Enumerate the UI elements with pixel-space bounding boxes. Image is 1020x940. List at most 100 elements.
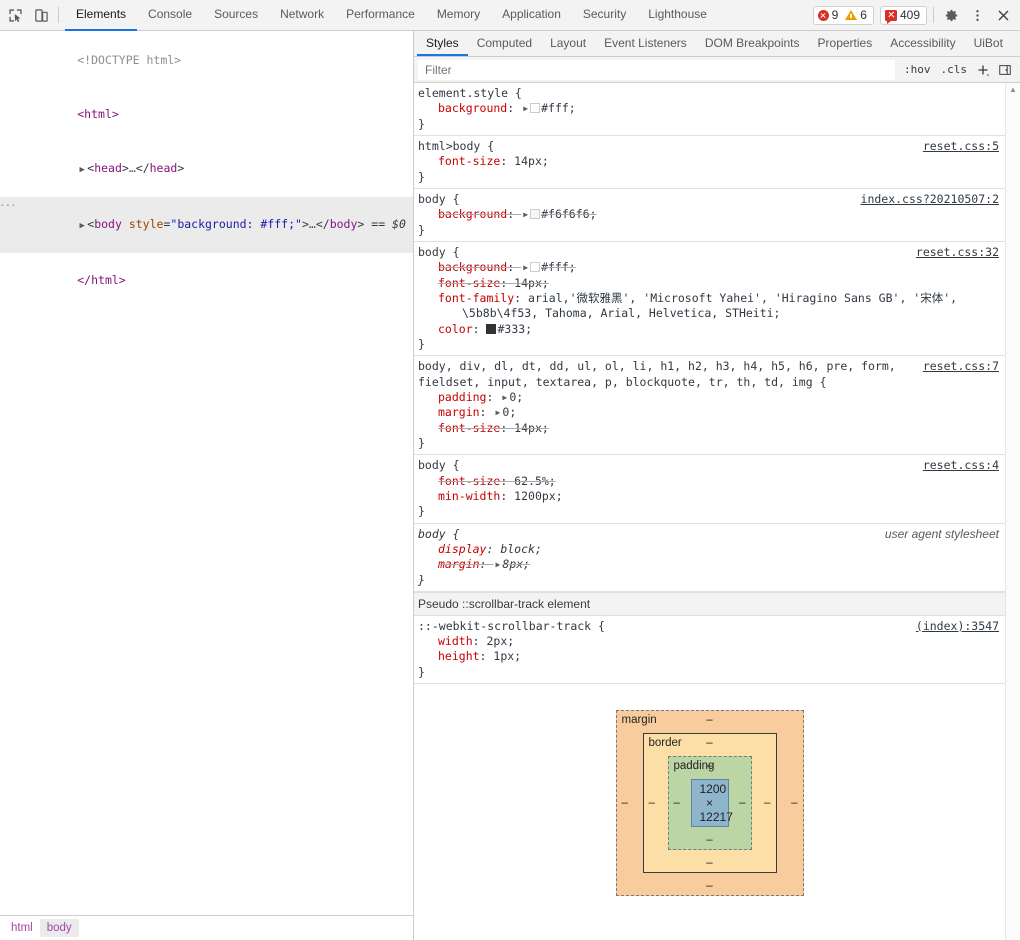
css-declaration[interactable]: width: 2px; xyxy=(418,634,999,649)
gear-icon[interactable] xyxy=(938,3,964,27)
box-model-border[interactable]: border – – – – padding – – – – 1200 × 12… xyxy=(642,733,777,874)
property-value[interactable]: block; xyxy=(500,542,542,556)
element-classes-button[interactable]: .cls xyxy=(936,61,973,78)
property-value[interactable]: 14px; xyxy=(514,276,549,290)
tab-application[interactable]: Application xyxy=(491,0,572,31)
breadcrumb-item-body[interactable]: body xyxy=(39,919,79,937)
property-value[interactable]: 0; xyxy=(509,390,523,404)
tab-elements[interactable]: Elements xyxy=(65,0,138,31)
tab-lighthouse[interactable]: Lighthouse xyxy=(637,0,718,31)
toggle-pseudo-state-button[interactable]: :hov xyxy=(899,61,936,78)
property-name[interactable]: font-size xyxy=(438,154,500,168)
css-declaration[interactable]: padding: ▶ 0; xyxy=(418,390,999,405)
css-declaration-overridden[interactable]: background: ▶ #f6f6f6; xyxy=(418,207,999,222)
chevron-right-icon[interactable]: ▶ xyxy=(500,390,509,405)
tab-sources[interactable]: Sources xyxy=(203,0,269,31)
box-model-padding-left[interactable]: – xyxy=(674,797,680,809)
search-input[interactable] xyxy=(418,59,895,80)
color-swatch[interactable] xyxy=(530,103,541,114)
tab-computed[interactable]: Computed xyxy=(468,31,541,56)
css-declaration[interactable]: font-size: 14px; xyxy=(418,154,999,169)
tab-uibot[interactable]: UiBot xyxy=(965,31,1012,56)
property-name[interactable]: background xyxy=(438,101,507,115)
styles-vertical-scrollbar[interactable]: ▲ xyxy=(1005,83,1020,940)
property-value[interactable]: 8px; xyxy=(502,557,530,571)
rule-origin-link[interactable]: reset.css:4 xyxy=(923,458,999,473)
box-model-padding[interactable]: padding – – – – 1200 × 12217 xyxy=(667,756,752,851)
css-declaration[interactable]: display: block; xyxy=(418,542,999,557)
rule-selector[interactable]: element.style { xyxy=(418,86,530,101)
rule-selector-line2[interactable]: fieldset, input, textarea, p, blockquote… xyxy=(418,375,999,390)
breadcrumb-item-html[interactable]: html xyxy=(4,919,40,937)
tab-layout[interactable]: Layout xyxy=(541,31,595,56)
body-attr-name[interactable]: style xyxy=(129,217,164,231)
box-model-border-bottom[interactable]: – xyxy=(644,857,776,869)
chevron-right-icon[interactable]: ▶ xyxy=(521,207,530,222)
kebab-menu-icon[interactable] xyxy=(964,3,990,27)
rule-selector[interactable]: body { xyxy=(418,458,468,473)
rule-selector[interactable]: body { xyxy=(418,527,468,542)
device-toolbar-icon[interactable] xyxy=(28,3,54,27)
property-value[interactable]: #fff; xyxy=(541,260,576,274)
box-model-content-size[interactable]: 1200 × 12217 xyxy=(690,779,733,828)
style-rule[interactable]: body { reset.css:32 background: ▶ #fff; f… xyxy=(414,242,1005,357)
tab-styles[interactable]: Styles xyxy=(417,31,468,56)
tab-dom-breakpoints[interactable]: DOM Breakpoints xyxy=(696,31,809,56)
property-value[interactable]: 14px; xyxy=(514,154,549,168)
property-name[interactable]: font-size xyxy=(438,421,500,435)
rule-origin-link[interactable]: reset.css:7 xyxy=(923,359,999,374)
color-swatch[interactable] xyxy=(530,209,541,220)
inspect-element-icon[interactable] xyxy=(2,3,28,27)
box-model-border-right[interactable]: – xyxy=(764,797,770,809)
tab-event-listeners[interactable]: Event Listeners xyxy=(595,31,696,56)
css-declaration-overridden[interactable]: font-size: 14px; xyxy=(418,421,999,436)
tab-accessibility[interactable]: Accessibility xyxy=(881,31,964,56)
box-model-border-top[interactable]: – xyxy=(644,737,776,749)
css-declaration[interactable]: font-family: arial,'微软雅黑', 'Microsoft Ya… xyxy=(418,291,999,306)
css-declaration[interactable]: min-width: 1200px; xyxy=(418,489,999,504)
property-name[interactable]: display xyxy=(438,542,486,556)
tab-console[interactable]: Console xyxy=(137,0,203,31)
property-value[interactable]: 62.5%; xyxy=(514,474,556,488)
css-declaration-overridden[interactable]: font-size: 62.5%; xyxy=(418,474,999,489)
tab-memory[interactable]: Memory xyxy=(426,0,491,31)
chevron-right-icon[interactable]: ▶ xyxy=(521,260,530,275)
tab-properties[interactable]: Properties xyxy=(809,31,882,56)
dom-row-body[interactable]: ··· ▶ <body style="background: #fff;">…</b… xyxy=(0,197,413,253)
style-rule[interactable]: body { index.css?20210507:2 background: … xyxy=(414,189,1005,242)
color-swatch[interactable] xyxy=(530,262,541,273)
box-model-margin-top[interactable]: – xyxy=(617,714,803,726)
property-value[interactable]: arial,'微软雅黑', 'Microsoft Yahei', 'Hiragi… xyxy=(528,291,957,305)
rule-origin-link[interactable]: reset.css:5 xyxy=(923,139,999,154)
property-value[interactable]: #f6f6f6; xyxy=(541,207,596,221)
tab-performance[interactable]: Performance xyxy=(335,0,426,31)
style-rule[interactable]: element.style { background: ▶ #fff; } xyxy=(414,83,1005,137)
box-model-padding-bottom[interactable]: – xyxy=(669,834,751,846)
property-value[interactable]: 1200px; xyxy=(514,489,562,503)
box-model-margin-bottom[interactable]: – xyxy=(617,880,803,892)
css-declaration[interactable]: height: 1px; xyxy=(418,649,999,664)
style-rule-user-agent[interactable]: body { user agent stylesheet display: bl… xyxy=(414,524,1005,592)
property-name[interactable]: width xyxy=(438,634,473,648)
toggle-sidebar-icon[interactable] xyxy=(994,60,1016,80)
box-model-margin[interactable]: margin – – – – border – – – – padding – … xyxy=(615,710,804,897)
box-model-padding-right[interactable]: – xyxy=(739,797,745,809)
dom-row-html-open[interactable]: <html> xyxy=(0,87,413,141)
style-rule[interactable]: body, div, dl, dt, dd, ul, ol, li, h1, h… xyxy=(414,356,1005,456)
box-model-padding-top[interactable]: – xyxy=(669,760,751,772)
tab-network[interactable]: Network xyxy=(269,0,335,31)
style-rule-pseudo[interactable]: ::-webkit-scrollbar-track { (index):3547… xyxy=(414,616,1005,685)
css-declaration-overridden[interactable]: font-size: 14px; xyxy=(418,276,999,291)
property-name[interactable]: min-width xyxy=(438,489,500,503)
color-swatch[interactable] xyxy=(486,323,497,334)
css-declaration-continuation[interactable]: \5b8b\4f53, Tahoma, Arial, Helvetica, ST… xyxy=(418,306,999,321)
property-name[interactable]: font-size xyxy=(438,474,500,488)
box-model-margin-left[interactable]: – xyxy=(622,797,628,809)
body-attr-value[interactable]: "background: #fff;" xyxy=(170,217,302,231)
css-declaration-overridden[interactable]: margin: ▶ 8px; xyxy=(418,557,999,572)
property-value-line2[interactable]: \5b8b\4f53, Tahoma, Arial, Helvetica, ST… xyxy=(462,306,781,320)
property-value[interactable]: 0; xyxy=(502,405,516,419)
property-name[interactable]: font-family xyxy=(438,291,514,305)
rule-origin-link[interactable]: (index):3547 xyxy=(916,619,999,634)
property-name[interactable]: color xyxy=(438,322,473,336)
